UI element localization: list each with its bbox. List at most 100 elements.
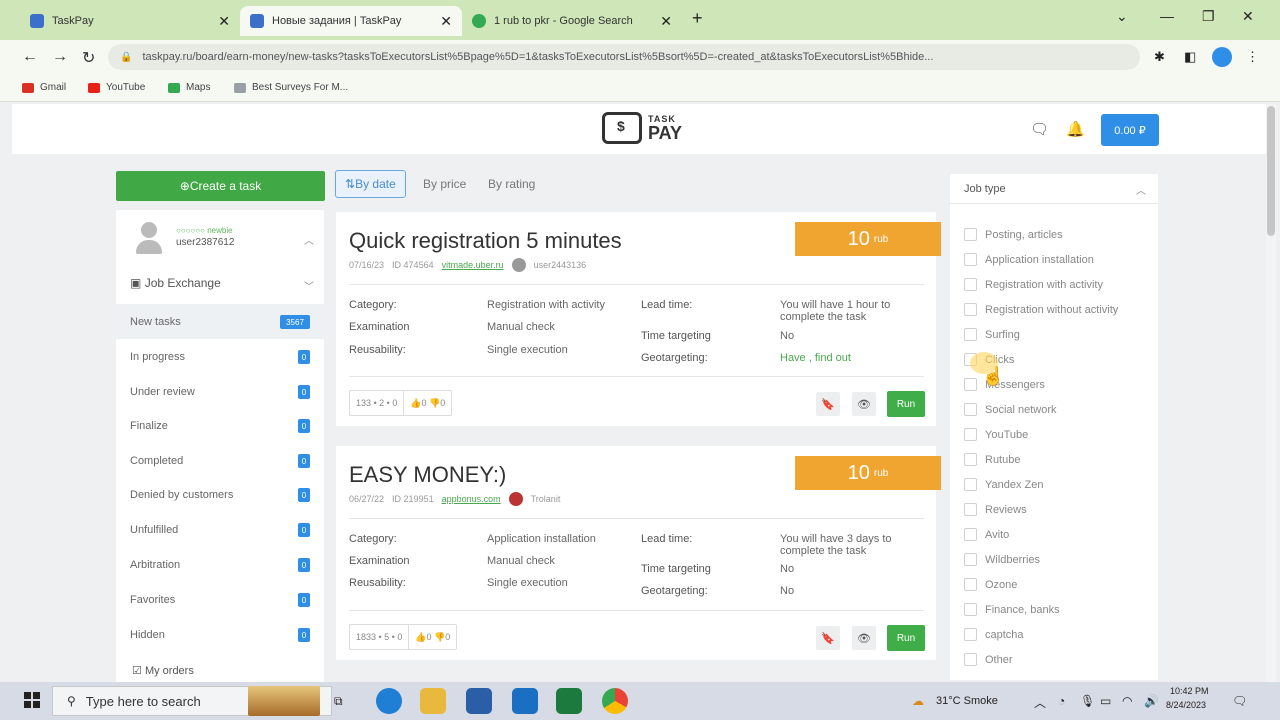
checkbox[interactable] bbox=[964, 478, 977, 491]
sort-by-date-button[interactable]: ⇅ By date bbox=[335, 170, 406, 198]
checkbox[interactable] bbox=[964, 503, 977, 516]
checkbox[interactable] bbox=[964, 303, 977, 316]
eye-icon[interactable]: 👁 bbox=[852, 626, 876, 650]
job-exchange-toggle[interactable]: ▣ Job Exchange bbox=[130, 276, 221, 290]
checkbox[interactable] bbox=[964, 378, 977, 391]
sidebar-item-hidden[interactable]: Hidden 0 bbox=[116, 617, 324, 652]
user-box[interactable]: ○○○○○○ newbie user2387612 ︿ bbox=[116, 210, 324, 270]
bookmark-icon[interactable]: 🔖 bbox=[816, 392, 840, 416]
close-tab-icon[interactable]: ✕ bbox=[660, 13, 672, 30]
reload-icon[interactable]: ↻ bbox=[82, 48, 95, 68]
filter-option[interactable]: captcha bbox=[964, 628, 1024, 641]
chrome-icon[interactable] bbox=[602, 688, 628, 714]
sidebar-item-completed[interactable]: Completed 0 bbox=[116, 443, 324, 478]
create-task-button[interactable]: ⊕ Create a task bbox=[116, 171, 325, 201]
checkbox[interactable] bbox=[964, 528, 977, 541]
my-orders-toggle[interactable]: ☑ My orders bbox=[132, 664, 194, 677]
browser-menu-icon[interactable]: ⋮ bbox=[1246, 49, 1259, 65]
filter-option[interactable]: Ozone bbox=[964, 578, 1017, 591]
checkbox[interactable] bbox=[964, 603, 977, 616]
sidebar-item-in-progress[interactable]: In progress 0 bbox=[116, 339, 324, 374]
task-view-icon[interactable]: ⧉ bbox=[334, 694, 343, 709]
mail-icon[interactable] bbox=[512, 688, 538, 714]
minimize-icon[interactable]: — bbox=[1160, 8, 1174, 24]
weather-text[interactable]: 31°C Smoke bbox=[936, 695, 998, 707]
filter-option[interactable]: Avito bbox=[964, 528, 1009, 541]
close-window-icon[interactable]: ✕ bbox=[1242, 8, 1254, 25]
side-panel-icon[interactable]: ◧ bbox=[1184, 49, 1196, 65]
sidebar-item-unfulfilled[interactable]: Unfulfilled 0 bbox=[116, 512, 324, 547]
browser-tab-taskpay[interactable]: TaskPay ✕ bbox=[20, 6, 240, 36]
edge-icon[interactable] bbox=[376, 688, 402, 714]
checkbox[interactable] bbox=[964, 628, 977, 641]
chevron-up-icon[interactable]: ︿ bbox=[1034, 694, 1046, 711]
bookmark-maps[interactable]: Maps bbox=[168, 82, 210, 93]
sidebar-item-favorites[interactable]: Favorites 0 bbox=[116, 582, 324, 617]
file-explorer-icon[interactable] bbox=[420, 688, 446, 714]
close-tab-icon[interactable]: ✕ bbox=[218, 13, 230, 30]
clock-date[interactable]: 8/24/2023 bbox=[1166, 700, 1206, 710]
likes-count[interactable]: 👍0 👎0 bbox=[409, 632, 456, 643]
battery-icon[interactable]: ▭ bbox=[1100, 694, 1111, 708]
filter-option[interactable]: Finance, banks bbox=[964, 603, 1060, 616]
arrow-left-icon[interactable]: ← bbox=[22, 48, 38, 66]
excel-icon[interactable] bbox=[556, 688, 582, 714]
filter-option[interactable]: Registration with activity bbox=[964, 278, 1103, 291]
microphone-icon[interactable]: 🎙 bbox=[1080, 694, 1095, 708]
eye-icon[interactable]: 👁 bbox=[852, 392, 876, 416]
filter-option[interactable]: Reviews bbox=[964, 503, 1027, 516]
bell-icon[interactable]: 🔔 bbox=[1066, 120, 1085, 138]
chevron-down-icon[interactable]: ﹀ bbox=[304, 278, 314, 293]
notifications-icon[interactable]: 🗨 bbox=[1232, 694, 1247, 708]
chat-icon[interactable]: 🗨 bbox=[1030, 120, 1049, 138]
task-author[interactable]: user2443136 bbox=[534, 260, 587, 270]
run-task-button[interactable]: Run bbox=[887, 391, 925, 417]
wifi-icon[interactable]: ◠ bbox=[1122, 694, 1132, 708]
filter-option[interactable]: Registration without activity bbox=[964, 303, 1118, 316]
task-card[interactable]: EASY MONEY:) 06/27/22 ID 219951 appbonus… bbox=[336, 446, 941, 660]
task-title[interactable]: Quick registration 5 minutes bbox=[349, 228, 622, 254]
checkbox[interactable] bbox=[964, 578, 977, 591]
volume-icon[interactable]: 🔊 bbox=[1144, 694, 1159, 708]
restore-icon[interactable]: ❐ bbox=[1202, 8, 1215, 25]
filter-option[interactable]: YouTube bbox=[964, 428, 1028, 441]
sidebar-item-arbitration[interactable]: Arbitration 0 bbox=[116, 547, 324, 582]
filter-option[interactable]: Wildberries bbox=[964, 553, 1040, 566]
sidebar-item-new-tasks[interactable]: New tasks 3567 bbox=[116, 304, 324, 339]
filter-option[interactable]: Messengers bbox=[964, 378, 1045, 391]
task-link[interactable]: vitmade.uber.ru bbox=[442, 260, 504, 270]
sort-by-rating-button[interactable]: By rating bbox=[479, 170, 544, 198]
checkbox[interactable] bbox=[964, 253, 977, 266]
sidebar-item-denied[interactable]: Denied by customers 0 bbox=[116, 477, 324, 512]
chevron-up-icon[interactable]: ︿ bbox=[1136, 182, 1146, 197]
arrow-right-icon[interactable]: → bbox=[52, 48, 68, 66]
bookmark-gmail[interactable]: Gmail bbox=[22, 82, 66, 93]
task-title[interactable]: EASY MONEY:) bbox=[349, 462, 506, 488]
balance-button[interactable]: 0.00 ₽ bbox=[1101, 114, 1159, 146]
filter-option[interactable]: Social network bbox=[964, 403, 1057, 416]
run-task-button[interactable]: Run bbox=[887, 625, 925, 651]
task-author[interactable]: Trolanit bbox=[531, 494, 561, 504]
likes-count[interactable]: 👍0 👎0 bbox=[404, 398, 451, 409]
browser-tab-new-tasks[interactable]: Новые задания | TaskPay ✕ bbox=[240, 6, 462, 36]
network-icon[interactable]: ◔ bbox=[1058, 694, 1065, 708]
sidebar-item-finalize[interactable]: Finalize 0 bbox=[116, 408, 324, 443]
sidebar-item-under-review[interactable]: Under review 0 bbox=[116, 374, 324, 409]
filter-header[interactable]: Job type ︿ bbox=[950, 174, 1158, 204]
find-out-link[interactable]: find out bbox=[815, 352, 851, 364]
checkbox[interactable] bbox=[964, 228, 977, 241]
filter-option[interactable]: Other bbox=[964, 653, 1013, 666]
filter-option[interactable]: Posting, articles bbox=[964, 228, 1063, 241]
checkbox[interactable] bbox=[964, 428, 977, 441]
filter-option[interactable]: Yandex Zen bbox=[964, 478, 1044, 491]
close-tab-icon[interactable]: ✕ bbox=[440, 13, 452, 30]
checkbox[interactable] bbox=[964, 453, 977, 466]
filter-option[interactable]: Surfing bbox=[964, 328, 1020, 341]
extensions-icon[interactable]: ✱ bbox=[1154, 49, 1165, 65]
tab-search-icon[interactable]: ⌄ bbox=[1116, 8, 1128, 25]
profile-avatar[interactable] bbox=[1212, 47, 1232, 67]
scrollbar-thumb[interactable] bbox=[1267, 106, 1275, 236]
sort-by-price-button[interactable]: By price bbox=[414, 170, 475, 198]
store-icon[interactable] bbox=[466, 688, 492, 714]
task-link[interactable]: appbonus.com bbox=[442, 494, 501, 504]
